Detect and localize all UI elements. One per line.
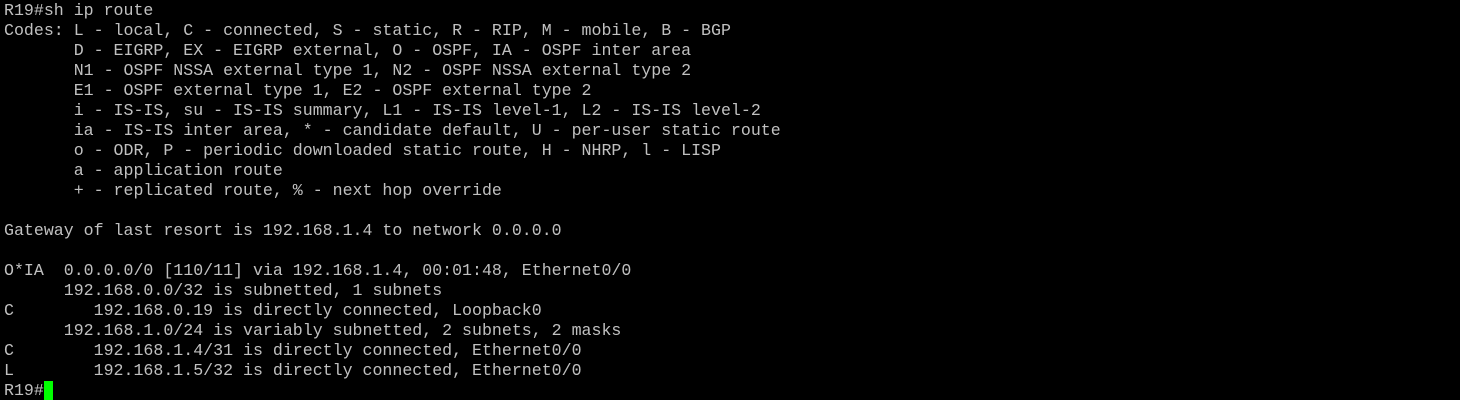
route-entry-line: 192.168.0.0/32 is subnetted, 1 subnets [4, 281, 443, 300]
route-entry-line: L 192.168.1.5/32 is directly connected, … [4, 361, 582, 380]
prompt-line[interactable]: R19# [4, 381, 1460, 400]
codes-legend-line: E1 - OSPF external type 1, E2 - OSPF ext… [4, 81, 592, 100]
text-cursor [43, 381, 53, 400]
prompt-text: R19# [4, 381, 44, 400]
codes-legend-line: ia - IS-IS inter area, * - candidate def… [4, 121, 781, 140]
codes-legend-line: D - EIGRP, EX - EIGRP external, O - OSPF… [4, 41, 692, 60]
command-line: R19#sh ip route [4, 1, 154, 20]
codes-legend-line: o - ODR, P - periodic downloaded static … [4, 141, 721, 160]
route-entry-line: 192.168.1.0/24 is variably subnetted, 2 … [4, 321, 622, 340]
codes-legend-line: + - replicated route, % - next hop overr… [4, 181, 502, 200]
route-entry-line: C 192.168.0.19 is directly connected, Lo… [4, 301, 542, 320]
codes-legend-line: a - application route [4, 161, 283, 180]
codes-legend-line: Codes: L - local, C - connected, S - sta… [4, 21, 731, 40]
route-entry-line: C 192.168.1.4/31 is directly connected, … [4, 341, 582, 360]
codes-legend-line: i - IS-IS, su - IS-IS summary, L1 - IS-I… [4, 101, 761, 120]
route-entry-line: O*IA 0.0.0.0/0 [110/11] via 192.168.1.4,… [4, 261, 632, 280]
codes-legend-line: N1 - OSPF NSSA external type 1, N2 - OSP… [4, 61, 692, 80]
terminal-window[interactable]: R19#sh ip route Codes: L - local, C - co… [0, 0, 1460, 400]
gateway-of-last-resort-line: Gateway of last resort is 192.168.1.4 to… [4, 221, 562, 240]
